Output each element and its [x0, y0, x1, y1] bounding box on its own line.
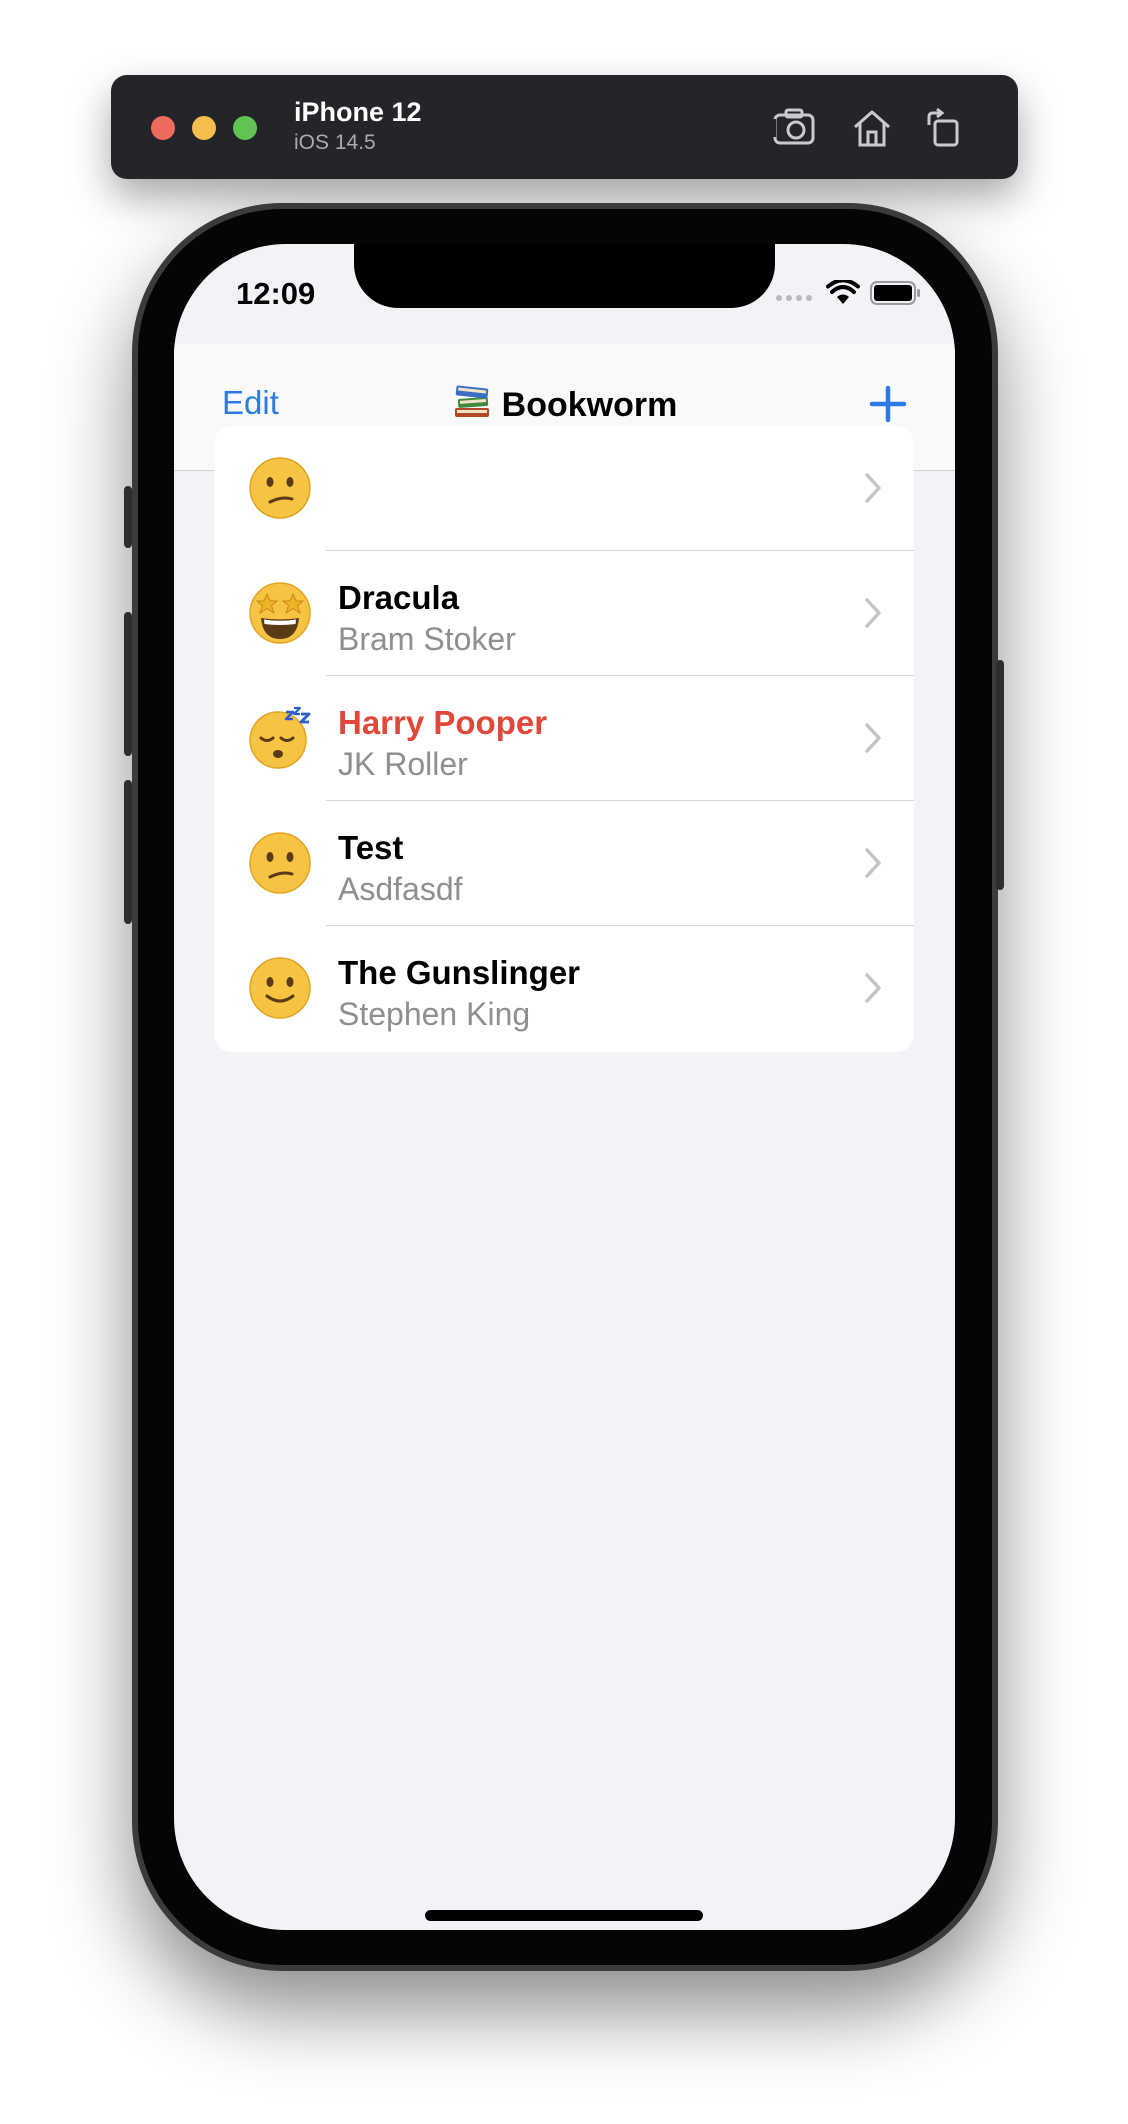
- home-icon[interactable]: [849, 105, 895, 151]
- book-title: Test: [338, 829, 404, 866]
- book-author: Stephen King: [338, 996, 531, 1032]
- page-title: Bookworm: [174, 382, 955, 425]
- chevron-right-icon: [865, 973, 881, 1003]
- chevron-right-icon: [865, 473, 881, 503]
- book-row[interactable]: Dracula Bram Stoker: [214, 551, 914, 676]
- books-icon: [454, 385, 489, 417]
- volume-up-button: [124, 612, 132, 756]
- book-author: JK Roller: [338, 746, 468, 782]
- screenshot-icon[interactable]: [771, 105, 817, 151]
- close-window-button[interactable]: [151, 116, 175, 140]
- confused-face-icon: [249, 832, 311, 894]
- sleeping-face-icon: [249, 706, 311, 769]
- minimize-window-button[interactable]: [192, 116, 216, 140]
- book-row[interactable]: Harry Pooper JK Roller: [214, 676, 914, 801]
- os-version: iOS 14.5: [294, 131, 376, 154]
- book-title: Dracula: [338, 579, 460, 616]
- mute-switch: [124, 486, 132, 548]
- chevron-right-icon: [865, 598, 881, 628]
- power-button: [996, 660, 1004, 890]
- confused-face-icon: [249, 457, 311, 519]
- phone-screen: 12:09 Edit Bookworm Dracula Bram Stoker …: [174, 244, 955, 1930]
- chevron-right-icon: [865, 848, 881, 878]
- volume-down-button: [124, 780, 132, 924]
- plus-icon[interactable]: [866, 382, 910, 426]
- wifi-icon: [826, 280, 860, 304]
- cellular-icon: [776, 295, 812, 301]
- book-row[interactable]: Test Asdfasdf: [214, 801, 914, 926]
- notch: [354, 244, 775, 308]
- book-author: Bram Stoker: [338, 621, 516, 657]
- chevron-right-icon: [865, 723, 881, 753]
- title-text: Bookworm: [501, 386, 678, 424]
- slightly-smiling-face-icon: [249, 957, 311, 1019]
- book-row[interactable]: [214, 426, 914, 551]
- home-indicator[interactable]: [425, 1910, 703, 1921]
- device-name: iPhone 12: [294, 97, 422, 127]
- zoom-window-button[interactable]: [233, 116, 257, 140]
- status-time: 12:09: [236, 276, 316, 311]
- book-title: The Gunslinger: [338, 954, 581, 991]
- simulator-toolbar: iPhone 12 iOS 14.5: [111, 75, 1018, 179]
- book-title: Harry Pooper: [338, 704, 548, 741]
- book-row[interactable]: The Gunslinger Stephen King: [214, 926, 914, 1051]
- battery-icon: [870, 281, 920, 305]
- rotate-icon[interactable]: [921, 105, 967, 151]
- star-struck-icon: [249, 582, 311, 644]
- book-list: Dracula Bram Stoker Harry Pooper JK Roll…: [214, 426, 914, 1052]
- book-author: Asdfasdf: [338, 871, 463, 907]
